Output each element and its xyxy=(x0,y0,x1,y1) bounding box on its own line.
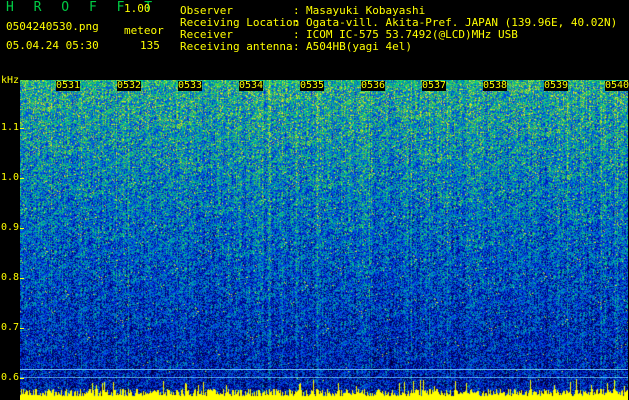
y-tick-label: 0.9 xyxy=(1,222,20,233)
antenna-value: A504HB(yagi 4el) xyxy=(306,40,412,53)
date-time: 05.04.24 05:30 xyxy=(6,39,99,52)
y-tick-label: 0.8 xyxy=(1,272,20,283)
y-tick-mark xyxy=(20,228,24,229)
x-tick-label: 0538 xyxy=(483,80,508,91)
mode-label: meteor xyxy=(124,24,164,37)
x-tick-label: 0534 xyxy=(239,80,264,91)
y-tick-mark xyxy=(20,178,24,179)
y-tick-label: 0.6 xyxy=(1,372,20,383)
file-name: 0504240530.png xyxy=(6,20,99,33)
y-tick-mark xyxy=(20,128,24,129)
x-tick-label: 0535 xyxy=(300,80,325,91)
reference-line-upper xyxy=(20,369,628,370)
app-version: 1.00 xyxy=(124,2,151,15)
antenna-sep: : xyxy=(293,40,300,53)
x-tick-label: 0533 xyxy=(178,80,203,91)
spectrogram-canvas xyxy=(20,80,628,400)
x-tick-label: 0540 xyxy=(605,80,629,91)
y-tick-mark xyxy=(20,278,24,279)
reference-line-lower xyxy=(20,377,628,378)
y-tick-label: 1.0 xyxy=(1,172,20,183)
y-tick-mark xyxy=(20,328,24,329)
y-tick-label: 0.7 xyxy=(1,322,20,333)
meteor-count: 135 xyxy=(140,39,160,52)
antenna-label: Receiving antenna xyxy=(180,40,293,53)
y-axis-unit: kHz xyxy=(1,75,20,86)
x-tick-label: 0539 xyxy=(544,80,569,91)
x-tick-label: 0531 xyxy=(56,80,81,91)
y-tick-label: 1.1 xyxy=(1,122,20,133)
x-tick-label: 0537 xyxy=(422,80,447,91)
y-tick-mark xyxy=(20,378,24,379)
x-tick-label: 0536 xyxy=(361,80,386,91)
x-tick-label: 0532 xyxy=(117,80,142,91)
spectrogram xyxy=(20,80,628,400)
